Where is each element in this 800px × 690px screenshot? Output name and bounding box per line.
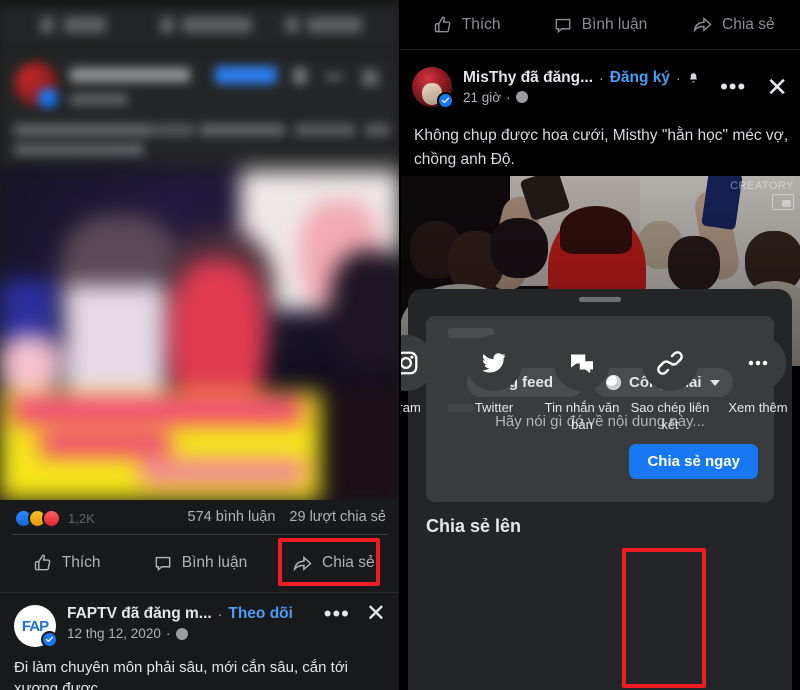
- comment-count[interactable]: 574 bình luận: [188, 509, 276, 525]
- blurred-action-bar: [0, 0, 400, 52]
- share-count[interactable]: 29 lượt chia sẻ: [289, 509, 386, 525]
- ellipsis-icon: [748, 360, 768, 366]
- share-to-heading: Chia sẻ lên: [426, 516, 522, 536]
- reaction-icons-group[interactable]: 1,2K: [14, 509, 95, 528]
- subscribe-link[interactable]: Đăng ký: [610, 69, 670, 87]
- next-post-author[interactable]: FAPTV đã đăng m...: [67, 605, 212, 623]
- share-targets-row: gram Twitter Tin nhắn văn bản: [400, 335, 800, 433]
- reaction-count-blurred: 1,2K: [68, 511, 95, 526]
- share-target-twitter[interactable]: Twitter: [450, 335, 538, 416]
- share-target-copy-link[interactable]: Sao chép liên kết: [626, 335, 714, 433]
- panel-divider: [399, 0, 401, 690]
- like-button-label: Thích: [61, 554, 101, 571]
- globe-icon: [175, 628, 188, 640]
- like-button-right[interactable]: Thích: [400, 15, 533, 35]
- engagement-counts-row: 1,2K 574 bình luận 29 lượt chia sẻ: [0, 500, 400, 534]
- comment-button-right[interactable]: Bình luận: [533, 15, 666, 35]
- blurred-post-header: [0, 52, 400, 170]
- comment-button[interactable]: Bình luận: [133, 540, 266, 586]
- twitter-bird-icon: [482, 353, 506, 373]
- like-button-right-label: Thích: [461, 15, 501, 33]
- sms-bubbles-icon: [571, 354, 593, 374]
- share-target-copy-link-label: Sao chép liên kết: [630, 400, 710, 432]
- globe-icon: [515, 91, 528, 103]
- separator-dot-3: ·: [506, 89, 511, 105]
- avatar[interactable]: [412, 67, 454, 109]
- close-icon[interactable]: ✕: [766, 74, 788, 100]
- love-reaction-icon: [42, 509, 61, 528]
- comment-button-right-label: Bình luận: [581, 15, 648, 33]
- drag-handle[interactable]: [579, 297, 621, 302]
- watermark-icon: [772, 194, 794, 210]
- ellipsis-icon[interactable]: •••: [720, 76, 746, 98]
- share-arrow-icon: [693, 16, 712, 33]
- right-post-header: MisThy đã đăng... · Đăng ký · 21 giờ · •…: [400, 58, 800, 116]
- ellipsis-icon[interactable]: •••: [324, 603, 350, 625]
- thumbs-up-icon: [34, 554, 51, 571]
- next-post-card: FAP FAPTV đã đăng m... · Theo dõi 12 thg…: [0, 592, 400, 690]
- share-button-right-label: Chia sẻ: [722, 15, 775, 33]
- left-divider: [12, 534, 388, 535]
- separator-dot: ·: [599, 70, 604, 86]
- share-target-twitter-label: Twitter: [474, 400, 514, 415]
- screenshot-root: 1,2K 574 bình luận 29 lượt chia sẻ Thích…: [0, 0, 800, 690]
- right-post-timestamp[interactable]: 21 giờ: [463, 90, 501, 105]
- share-target-sms-label: Tin nhắn văn bản: [544, 400, 620, 432]
- instagram-icon: [400, 351, 418, 375]
- right-action-bar: Thích Bình luận Chia sẻ: [400, 0, 800, 50]
- next-post-timestamp[interactable]: 12 thg 12, 2020: [67, 626, 161, 641]
- blurred-post-media[interactable]: [0, 170, 400, 505]
- left-panel: 1,2K 574 bình luận 29 lượt chia sẻ Thích…: [0, 0, 400, 690]
- next-post-body: Đi làm chuyên môn phải sâu, mới cắn sâu,…: [14, 659, 348, 690]
- share-button-right[interactable]: Chia sẻ: [667, 14, 800, 35]
- left-action-bar: Thích Bình luận Chia sẻ: [0, 537, 400, 589]
- share-button-label: Chia sẻ: [322, 554, 375, 571]
- comment-button-label: Bình luận: [181, 554, 248, 571]
- bell-icon[interactable]: [687, 71, 700, 85]
- verified-badge-icon: [437, 92, 454, 109]
- separator-dot-2: ·: [165, 625, 171, 641]
- creatory-watermark: CREATORY: [730, 180, 794, 210]
- share-target-more[interactable]: Xem thêm: [714, 335, 800, 416]
- comment-bubble-icon: [555, 18, 571, 33]
- share-button[interactable]: Chia sẻ: [267, 540, 400, 586]
- verified-badge-icon: [41, 631, 58, 648]
- link-chain-icon: [657, 351, 683, 375]
- share-now-button[interactable]: Chia sẻ ngay: [629, 444, 758, 479]
- share-target-sms[interactable]: Tin nhắn văn bản: [538, 335, 626, 433]
- right-post-author[interactable]: MisThy đã đăng...: [463, 69, 593, 87]
- avatar[interactable]: FAP: [14, 605, 58, 648]
- right-post-text: Không chụp được hoa cưới, Misthy "hằn họ…: [414, 127, 789, 168]
- like-button[interactable]: Thích: [0, 540, 133, 586]
- follow-link[interactable]: Theo dõi: [228, 605, 293, 623]
- share-target-instagram[interactable]: gram: [400, 335, 450, 416]
- share-arrow-icon: [293, 555, 312, 572]
- separator-dot-2: ·: [676, 70, 681, 86]
- share-target-instagram-label: gram: [400, 400, 421, 415]
- right-panel: Thích Bình luận Chia sẻ MisThy đã đăng..…: [400, 0, 800, 690]
- watermark-text: CREATORY: [730, 180, 794, 192]
- thumbs-up-icon: [434, 16, 451, 32]
- close-icon[interactable]: ✕: [366, 602, 386, 626]
- comment-bubble-icon: [155, 556, 171, 572]
- share-target-more-label: Xem thêm: [728, 400, 788, 415]
- separator-dot: ·: [217, 606, 223, 622]
